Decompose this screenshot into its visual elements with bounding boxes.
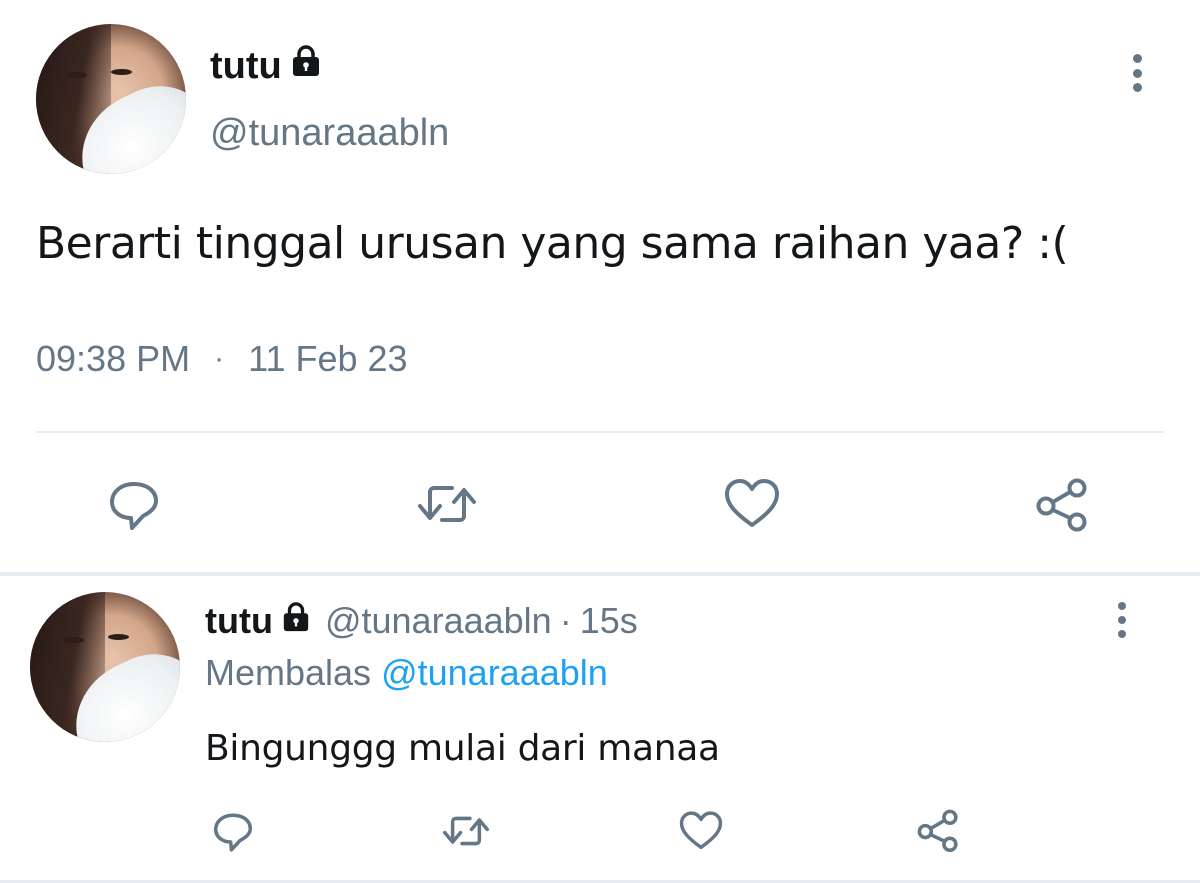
tweet-time[interactable]: 15s: [580, 600, 638, 642]
display-name[interactable]: tutu: [210, 44, 322, 88]
display-name[interactable]: tutu: [205, 600, 273, 642]
header-separator: ·: [559, 600, 572, 641]
reply-header: tutu @tunaraaabln · 15s: [205, 600, 638, 642]
replying-label: Membalas: [205, 652, 372, 693]
divider: [36, 431, 1164, 433]
tweet-time: 09:38 PM: [36, 338, 191, 379]
lock-icon: [290, 44, 322, 88]
reply-icon[interactable]: [210, 808, 256, 854]
tweet-text: Berarti tinggal urusan yang sama raihan …: [36, 218, 1069, 269]
meta-separator: ·: [214, 342, 225, 375]
section-separator: [0, 572, 1200, 576]
lock-icon: [281, 600, 311, 642]
more-icon[interactable]: [1114, 602, 1130, 638]
more-icon[interactable]: [1128, 54, 1146, 92]
like-icon[interactable]: [678, 808, 724, 854]
display-name-text[interactable]: tutu: [210, 45, 282, 88]
tweet-meta: 09:38 PM · 11 Feb 23: [36, 338, 408, 380]
avatar[interactable]: [30, 592, 180, 742]
user-handle[interactable]: @tunaraaabln: [325, 600, 552, 642]
retweet-icon[interactable]: [440, 808, 492, 854]
share-icon[interactable]: [914, 806, 962, 854]
replying-to: Membalas @tunaraaabln: [205, 652, 608, 694]
reply-icon[interactable]: [104, 474, 164, 534]
like-icon[interactable]: [722, 474, 782, 534]
avatar[interactable]: [36, 24, 186, 174]
tweet-date: 11 Feb 23: [248, 338, 408, 379]
retweet-icon[interactable]: [414, 474, 480, 534]
mention-link[interactable]: @tunaraaabln: [381, 652, 608, 693]
share-icon[interactable]: [1032, 474, 1092, 534]
user-handle[interactable]: @tunaraaabln: [210, 112, 449, 155]
main-tweet: tutu @tunaraaabln Berarti tinggal urusan…: [0, 0, 1200, 572]
tweet-text: Bingunggg mulai dari manaa: [205, 728, 720, 769]
